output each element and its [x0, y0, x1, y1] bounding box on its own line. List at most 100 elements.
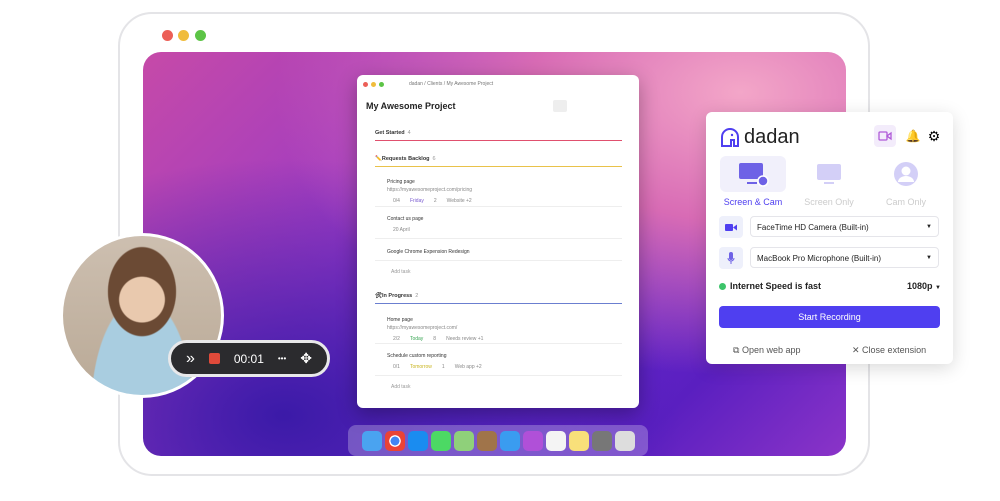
task-item[interactable]: Pricing page https://myawesomeproject.co…: [387, 179, 622, 204]
podcasts-icon[interactable]: [522, 430, 543, 451]
chevron-down-icon: ▼: [935, 285, 941, 291]
tags: Needs review +1: [446, 336, 484, 342]
open-web-app-link[interactable]: ⧉ Open web app: [733, 345, 800, 356]
start-recording-button[interactable]: Start Recording: [719, 306, 940, 328]
share-button[interactable]: [553, 100, 567, 112]
task-title: Schedule custom reporting: [387, 353, 447, 359]
gear-icon[interactable]: ⚙: [923, 125, 945, 147]
close-dot[interactable]: [162, 30, 173, 41]
trash-icon[interactable]: [614, 430, 635, 451]
maximize-dot[interactable]: [379, 82, 384, 87]
notes-icon[interactable]: [568, 430, 589, 451]
page-title: My Awesome Project: [366, 101, 456, 111]
mode-cam-only[interactable]: Cam Only: [873, 156, 939, 207]
recording-toolbar: » 00:01 ••• ✥: [168, 340, 330, 377]
dadan-extension-panel: dadan 🔔 ⚙ Screen & Cam Screen Only Cam O…: [706, 112, 953, 364]
pencil-icon: ✏️: [375, 156, 382, 162]
maximize-dot[interactable]: [195, 30, 206, 41]
task-item[interactable]: Schedule custom reporting 0/1 Tomorrow 1 We…: [387, 353, 622, 370]
speed-label: Internet Speed is fast: [730, 281, 822, 291]
maps-icon[interactable]: [453, 430, 474, 451]
resolution-value: 1080p: [907, 281, 933, 291]
video-camera-icon: [878, 131, 892, 141]
finder-icon[interactable]: [361, 430, 382, 451]
task-item[interactable]: Home page https://myawesomeproject.com/ …: [387, 317, 622, 342]
section-count: 2: [415, 293, 419, 299]
due-date: Friday: [409, 198, 424, 204]
section-label: Get Started: [375, 130, 405, 136]
brand-name: dadan: [744, 126, 800, 148]
task-url: https://myawesomeproject.com/: [387, 325, 458, 331]
messages-icon[interactable]: [430, 430, 451, 451]
tools-icon: 🛠: [375, 293, 382, 299]
add-task-button[interactable]: Add task: [391, 269, 410, 275]
divider: [375, 260, 622, 261]
breadcrumb: dadan / Clients / My Awesome Project: [409, 81, 494, 87]
task-url: https://myawesomeproject.com/pricing: [387, 187, 473, 193]
bell-icon[interactable]: 🔔: [902, 125, 924, 147]
divider: [375, 206, 622, 207]
minimize-dot[interactable]: [178, 30, 189, 41]
section-count: 4: [407, 130, 411, 136]
move-icon[interactable]: ✥: [300, 350, 312, 367]
close-extension-button[interactable]: ✕ Close extension: [852, 345, 926, 356]
subtasks: 0/1: [393, 364, 400, 370]
mode-label: Screen Only: [804, 197, 854, 207]
task-title: Home page: [387, 317, 413, 323]
camera-value: FaceTime HD Camera (Built-in): [757, 223, 869, 232]
app-store-icon[interactable]: [407, 430, 428, 451]
chevron-down-icon: ▼: [926, 255, 932, 261]
due-date: 20 April: [393, 227, 410, 233]
video-tab-button[interactable]: [874, 125, 896, 147]
section-count: 6: [432, 156, 436, 162]
screen-cam-icon: [739, 163, 769, 187]
tags: Website +2: [446, 198, 472, 204]
mail-icon[interactable]: [499, 430, 520, 451]
mode-screen-only[interactable]: Screen Only: [796, 156, 862, 207]
link-label: Close extension: [862, 345, 927, 355]
comments: 2: [433, 198, 437, 204]
due-date: Tomorrow: [409, 364, 432, 370]
task-title: Google Chrome Expension Redesign: [387, 249, 470, 255]
link-label: Open web app: [741, 345, 801, 355]
resolution-select[interactable]: 1080p ▼: [907, 281, 941, 291]
internet-speed-status: Internet Speed is fast: [719, 281, 821, 291]
microphone-icon: [719, 247, 743, 269]
reminders-icon[interactable]: [545, 430, 566, 451]
task-item[interactable]: Google Chrome Expension Redesign: [387, 249, 622, 255]
chrome-icon[interactable]: [384, 430, 405, 451]
section-label: In Progress: [381, 293, 413, 299]
section-requests-backlog[interactable]: ✏️Requests Backlog 6: [375, 156, 622, 167]
add-task-button[interactable]: Add task: [391, 384, 410, 390]
settings-icon[interactable]: [591, 430, 612, 451]
status-dot-icon: [719, 282, 726, 290]
camera-icon: [719, 216, 743, 238]
subtasks: 0/4: [393, 198, 400, 204]
task-item[interactable]: Contact us page 20 April: [387, 216, 622, 233]
stop-button[interactable]: [208, 353, 220, 364]
camera-select[interactable]: FaceTime HD Camera (Built-in) ▼: [750, 216, 939, 237]
mode-label: Screen & Cam: [723, 197, 783, 207]
minimize-dot[interactable]: [371, 82, 376, 87]
divider: [375, 238, 622, 239]
task-title: Pricing page: [387, 179, 415, 185]
contacts-icon[interactable]: [476, 430, 497, 451]
user-icon: [894, 162, 918, 186]
monitor-icon: [817, 164, 841, 184]
more-options-button[interactable]: •••: [278, 354, 286, 363]
mode-screen-cam[interactable]: Screen & Cam: [720, 156, 786, 207]
project-window: dadan / Clients / My Awesome Project My …: [357, 75, 639, 408]
task-title: Contact us page: [387, 216, 424, 222]
section-in-progress[interactable]: 🛠In Progress 2: [375, 293, 622, 304]
recording-timer: 00:01: [233, 351, 264, 366]
collapse-icon[interactable]: »: [186, 350, 195, 368]
external-link-icon: ⧉: [733, 345, 742, 355]
microphone-select[interactable]: MacBook Pro Microphone (Built-in) ▼: [750, 247, 939, 268]
section-get-started[interactable]: Get Started 4: [375, 130, 622, 141]
dadan-logo-icon: [721, 127, 739, 147]
close-dot[interactable]: [363, 82, 368, 87]
comments: 1: [441, 364, 445, 370]
section-label: Requests Backlog: [381, 156, 430, 162]
mode-label: Cam Only: [885, 197, 926, 207]
microphone-value: MacBook Pro Microphone (Built-in): [757, 254, 882, 263]
